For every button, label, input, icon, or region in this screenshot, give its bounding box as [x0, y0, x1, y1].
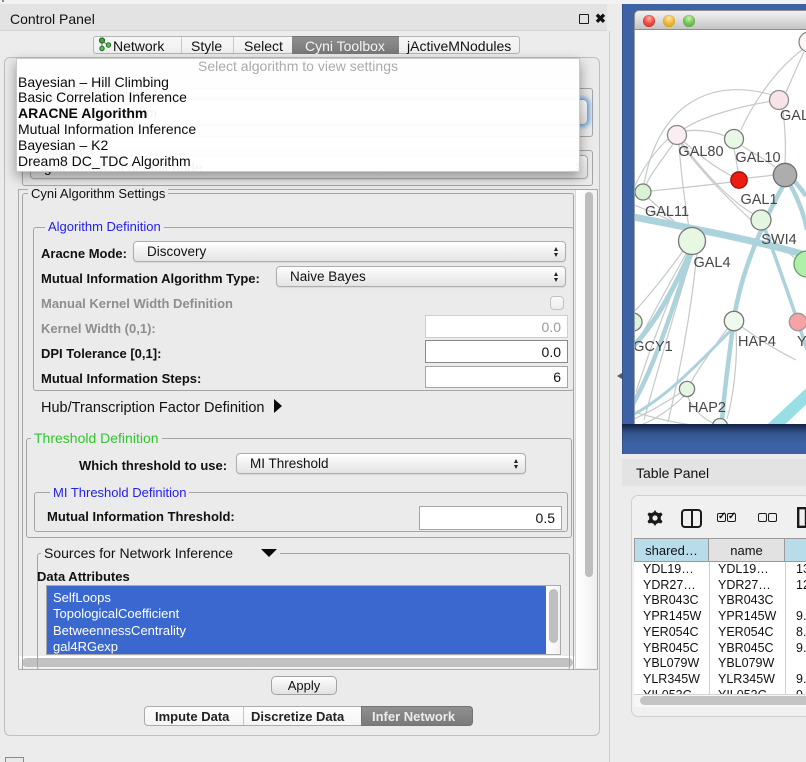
svg-text:GAL80: GAL80 [678, 144, 723, 160]
svg-text:GAL10: GAL10 [735, 150, 780, 166]
svg-text:GAL4: GAL4 [693, 255, 730, 271]
svg-text:GAL11: GAL11 [645, 204, 689, 220]
svg-text:SWI4: SWI4 [761, 232, 796, 248]
svg-text:HAP2: HAP2 [688, 400, 726, 416]
svg-text:Y: Y [797, 334, 806, 350]
svg-text:GCY1: GCY1 [635, 339, 673, 355]
svg-text:GAL2: GAL2 [780, 108, 806, 124]
svg-text:HAP4: HAP4 [738, 334, 776, 350]
svg-text:GAL1: GAL1 [740, 192, 777, 208]
